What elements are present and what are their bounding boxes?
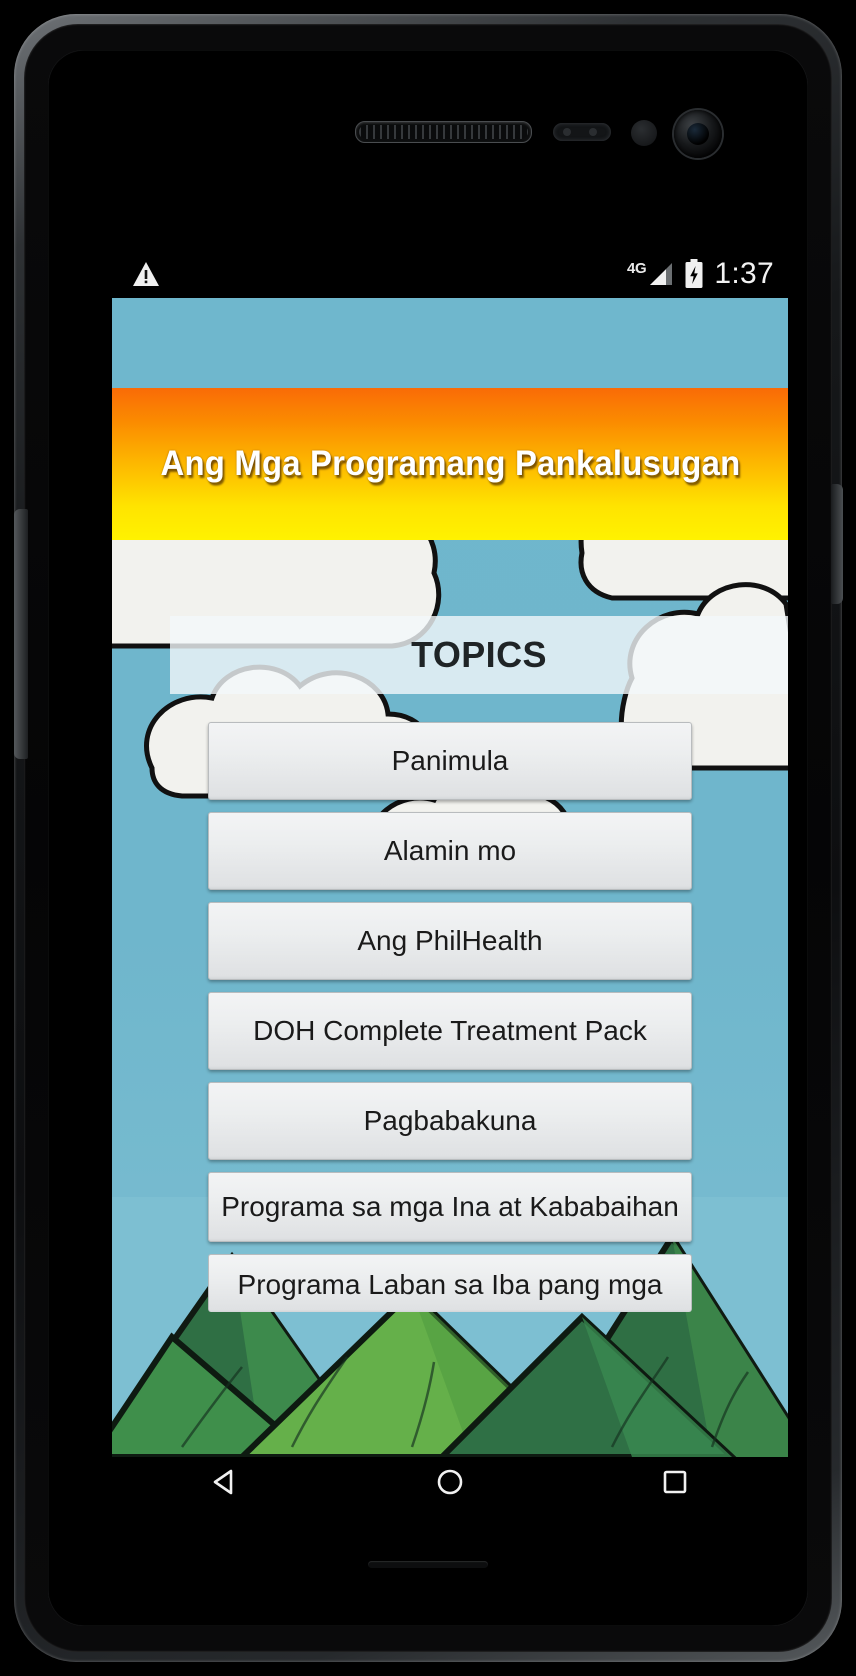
battery-charging-icon <box>685 259 703 288</box>
network-type-label: 4G <box>626 260 647 277</box>
topics-header-strip: TOPICS <box>170 616 788 694</box>
recents-square-icon <box>664 1470 687 1493</box>
power-button[interactable] <box>831 484 843 604</box>
topic-button-pagbabakuna[interactable]: Pagbabakuna <box>208 1082 692 1160</box>
nav-recents-button[interactable] <box>629 1457 721 1506</box>
nav-back-button[interactable] <box>179 1457 271 1506</box>
phone-device: 4G 1:37 Ang Mga Programang Pankalusugan … <box>14 14 843 1662</box>
phone-inner-frame: 4G 1:37 Ang Mga Programang Pankalusugan … <box>24 24 832 1652</box>
earpiece-speaker-icon <box>355 121 532 143</box>
volume-button[interactable] <box>14 509 28 759</box>
status-bar-clock: 1:37 <box>714 257 774 290</box>
nav-home-button[interactable] <box>404 1457 496 1506</box>
signal-4g-icon: 4G <box>627 261 674 287</box>
topic-button-programa-laban-sa-iba-pang-mga[interactable]: Programa Laban sa Iba pang mga <box>208 1254 692 1312</box>
phone-glass: 4G 1:37 Ang Mga Programang Pankalusugan … <box>48 50 808 1626</box>
app-content: Ang Mga Programang Pankalusugan TOPICS P… <box>112 298 788 1457</box>
bottom-speaker-grille <box>368 1561 488 1568</box>
status-bar: 4G 1:37 <box>112 250 788 298</box>
phone-screen: 4G 1:37 Ang Mga Programang Pankalusugan … <box>112 250 788 1506</box>
proximity-sensor-icon <box>553 123 611 141</box>
topics-header-label: TOPICS <box>411 634 547 675</box>
topic-button-panimula[interactable]: Panimula <box>208 722 692 800</box>
topic-button-doh-complete-treatment-pack[interactable]: DOH Complete Treatment Pack <box>208 992 692 1070</box>
app-title-text: Ang Mga Programang Pankalusugan <box>160 444 740 483</box>
status-bar-notifications <box>132 261 160 287</box>
status-bar-system-icons: 4G 1:37 <box>627 259 774 289</box>
topic-button-ang-philhealth[interactable]: Ang PhilHealth <box>208 902 692 980</box>
topic-button-alamin-mo[interactable]: Alamin mo <box>208 812 692 890</box>
front-camera-icon <box>674 110 722 158</box>
android-nav-bar <box>112 1457 788 1506</box>
topics-list: Panimula Alamin mo Ang PhilHealth DOH Co… <box>208 722 692 1324</box>
warning-triangle-icon <box>133 262 159 286</box>
back-triangle-icon <box>213 1469 232 1494</box>
app-title-banner: Ang Mga Programang Pankalusugan <box>112 388 788 540</box>
light-sensor-icon <box>631 120 657 146</box>
home-circle-icon <box>437 1469 463 1494</box>
topic-button-programa-sa-mga-ina-at-kababaihan[interactable]: Programa sa mga Ina at Kababaihan <box>208 1172 692 1242</box>
